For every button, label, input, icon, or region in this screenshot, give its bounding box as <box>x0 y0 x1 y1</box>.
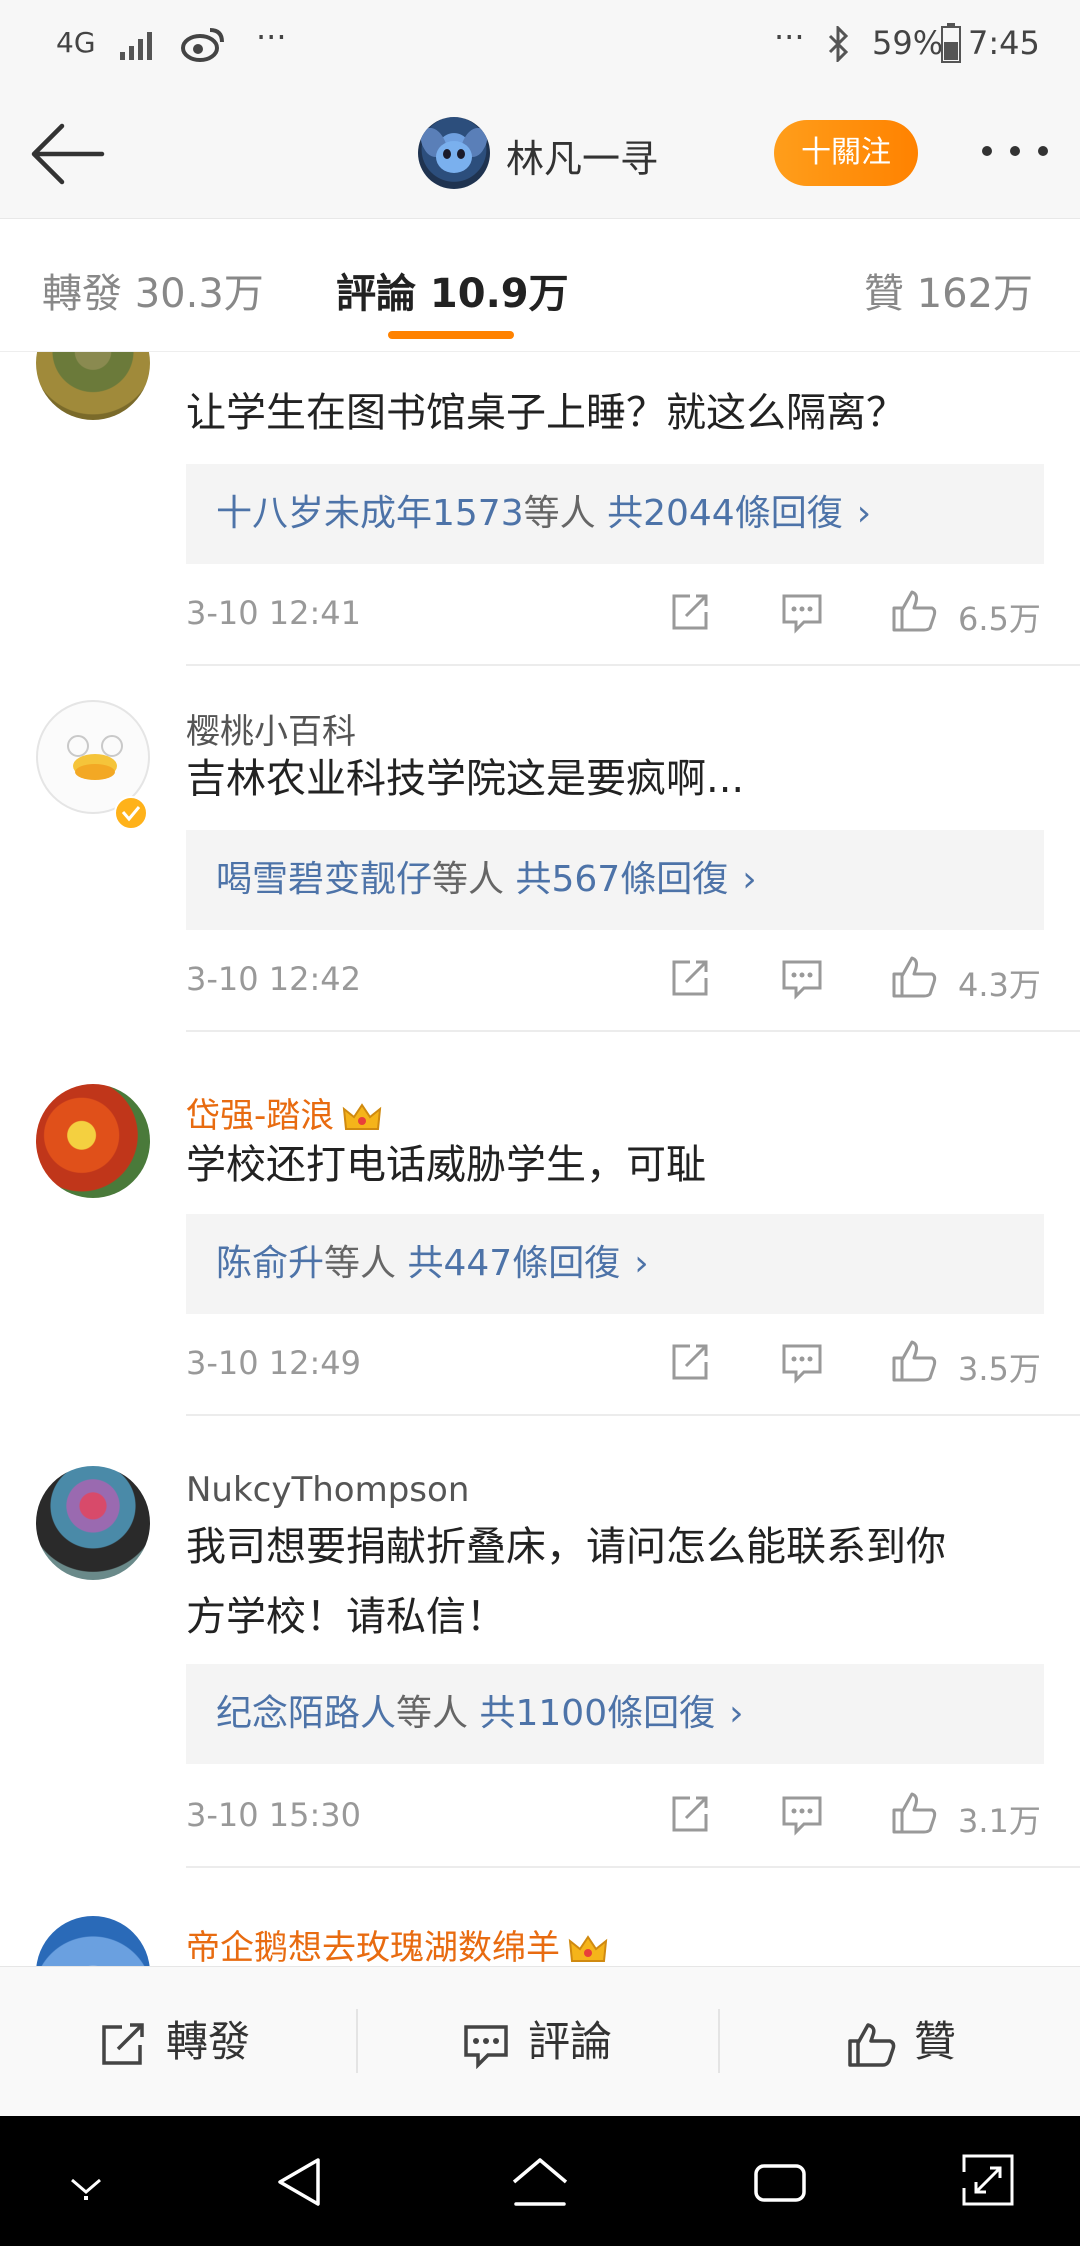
fullscreen-icon[interactable] <box>960 2152 1016 2208</box>
comment-time: 3-10 15:30 <box>186 1796 362 1834</box>
like-count: 3.1万 <box>958 1802 1041 1840</box>
bottom-repost-button[interactable]: 轉發 <box>98 2007 278 2077</box>
reply-summary[interactable]: 十八岁未成年1573等人 共2044條回復 › <box>186 464 1044 564</box>
bar-separator <box>718 2009 720 2073</box>
battery-icon <box>941 23 961 63</box>
verified-badge-icon <box>114 796 148 830</box>
reply-summary[interactable]: 纪念陌路人等人 共1100條回復 › <box>186 1664 1044 1764</box>
comment-time: 3-10 12:41 <box>186 594 362 632</box>
reply-summary[interactable]: 陈俞升等人 共447條回復 › <box>186 1214 1044 1314</box>
like-count: 3.5万 <box>958 1350 1041 1388</box>
repost-icon[interactable] <box>666 954 714 1002</box>
bottom-like-button[interactable]: 贊 <box>846 2007 986 2077</box>
comment-time: 3-10 12:49 <box>186 1344 362 1382</box>
network-indicator: 4G <box>56 26 96 59</box>
reply-summary[interactable]: 喝雪碧变靓仔等人 共567條回復 › <box>186 830 1044 930</box>
back-arrow-icon[interactable] <box>28 120 106 188</box>
comment-username[interactable]: NukcyThompson <box>186 1470 469 1510</box>
bottom-action-bar: 轉發 評論 贊 <box>0 1966 1080 2116</box>
clock: 7:45 <box>968 24 1040 62</box>
weibo-icon <box>181 28 224 62</box>
battery-percent: 59% <box>872 24 944 62</box>
avatar[interactable] <box>36 1084 150 1198</box>
comment-time: 3-10 12:42 <box>186 960 362 998</box>
back-nav-icon[interactable] <box>274 2156 324 2208</box>
like-count: 6.5万 <box>958 600 1041 638</box>
comment-icon[interactable] <box>778 954 826 1002</box>
comment-text: 让学生在图书馆桌子上睡？就这么隔离？ <box>186 390 906 436</box>
follow-button[interactable]: 十關注 <box>774 120 918 186</box>
comment-icon <box>464 2025 508 2069</box>
system-nav-bar <box>0 2116 1080 2246</box>
active-tab-indicator <box>388 331 514 339</box>
hide-keyboard-icon[interactable] <box>66 2172 106 2202</box>
status-bar: 4G ··· ··· 59% 7:45 <box>0 0 1080 92</box>
bar-separator <box>356 2009 358 2073</box>
repost-icon[interactable] <box>666 588 714 636</box>
comment-icon[interactable] <box>778 1338 826 1386</box>
tab-comment[interactable]: 評論 10.9万 <box>336 261 569 319</box>
repost-icon[interactable] <box>666 1338 714 1386</box>
bluetooth-icon <box>828 26 849 62</box>
recent-apps-icon[interactable] <box>752 2158 808 2208</box>
like-icon[interactable] <box>890 1338 938 1386</box>
like-icon[interactable] <box>890 588 938 636</box>
home-nav-icon[interactable] <box>510 2156 570 2210</box>
comment-icon[interactable] <box>778 1790 826 1838</box>
header: 林凡一寻 十關注 <box>0 92 1080 218</box>
divider <box>186 1030 1080 1032</box>
comment-text: 我司想要捐献折叠床，请问怎么能联系到你 方学校！请私信！ <box>186 1524 946 1640</box>
signal-icon <box>120 32 152 60</box>
divider <box>186 1414 1080 1416</box>
comment-icon[interactable] <box>778 588 826 636</box>
avatar[interactable] <box>36 1916 150 1966</box>
comment-list[interactable]: 让学生在图书馆桌子上睡？就这么隔离？ 十八岁未成年1573等人 共2044條回復… <box>0 352 1080 1966</box>
more-options-icon[interactable] <box>976 132 1056 172</box>
repost-icon[interactable] <box>666 1790 714 1838</box>
like-icon[interactable] <box>890 1790 938 1838</box>
comment-text: 学校还打电话威胁学生，可耻 <box>186 1142 706 1188</box>
header-user-name[interactable]: 林凡一寻 <box>506 128 658 183</box>
header-avatar[interactable] <box>418 117 490 189</box>
divider <box>186 664 1080 666</box>
bottom-comment-button[interactable]: 評論 <box>460 2007 640 2077</box>
divider <box>186 1866 1080 1868</box>
like-icon <box>848 2023 896 2067</box>
vip-crown-icon <box>568 1934 608 1962</box>
status-more-left: ··· <box>256 18 287 56</box>
tab-repost[interactable]: 轉發 30.3万 <box>42 261 264 319</box>
repost-icon <box>102 2023 144 2065</box>
tab-like[interactable]: 贊 162万 <box>864 261 1033 319</box>
like-icon[interactable] <box>890 954 938 1002</box>
status-more-right: ··· <box>774 18 805 56</box>
like-count: 4.3万 <box>958 966 1041 1004</box>
avatar[interactable] <box>36 1466 150 1580</box>
avatar[interactable] <box>36 352 150 420</box>
tab-bar: 轉發 30.3万 評論 10.9万 贊 162万 <box>0 218 1080 352</box>
comment-text: 吉林农业科技学院这是要疯啊... <box>186 756 745 802</box>
comment-username[interactable]: 帝企鹅想去玫瑰湖数绵羊 <box>186 1920 608 1966</box>
